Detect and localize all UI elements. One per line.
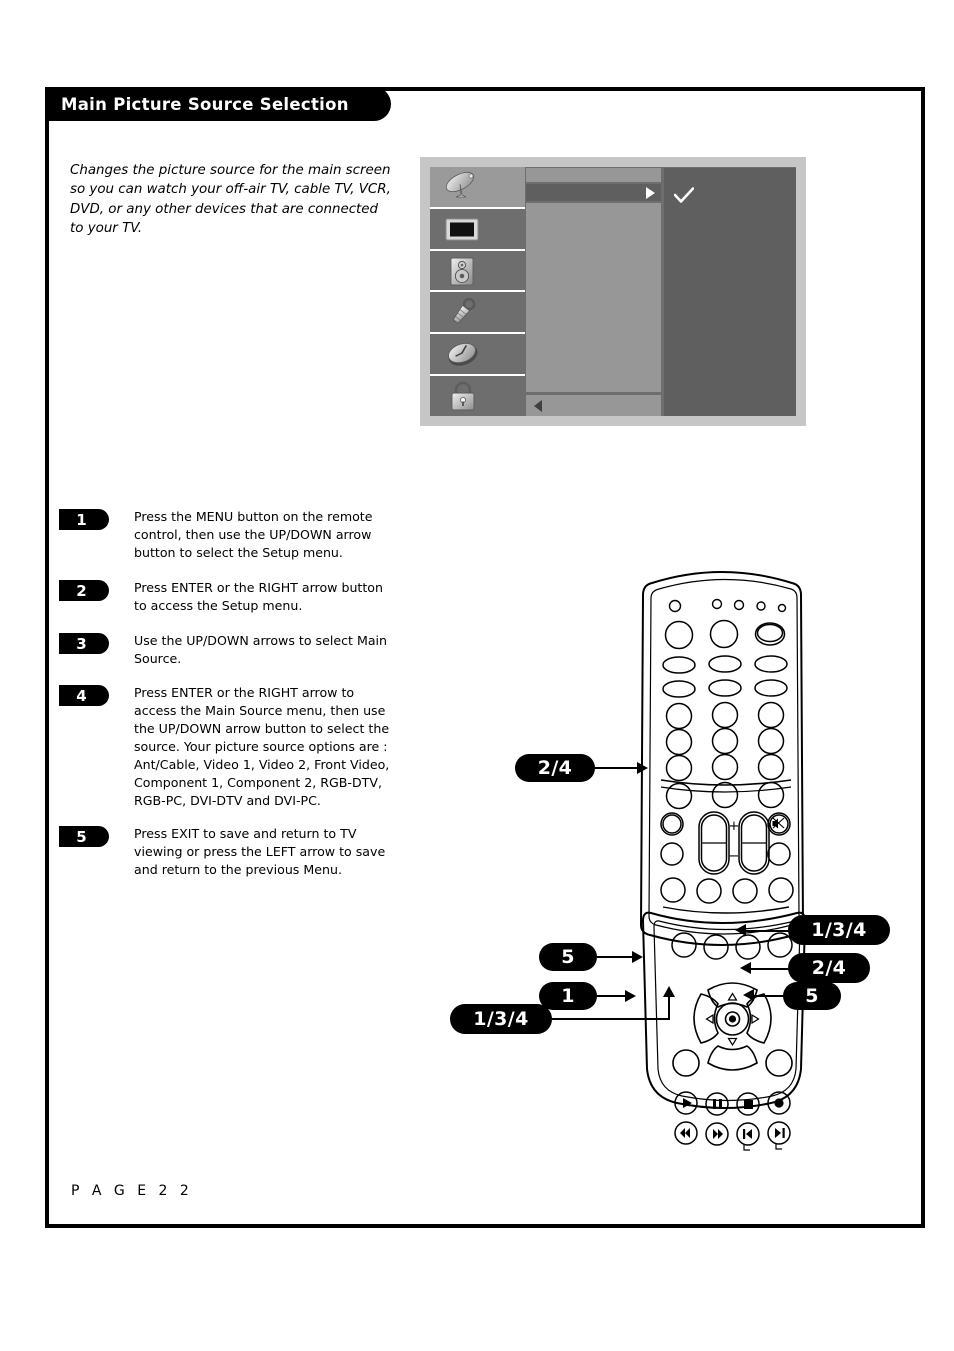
- step-text: Use the UP/DOWN arrows to select Main So…: [134, 633, 388, 666]
- skip-back-tick: [743, 1145, 750, 1151]
- skip-forward-icon: [775, 1128, 785, 1138]
- step-number-badge: 1: [59, 509, 109, 530]
- checkmark-icon: [674, 187, 694, 203]
- osd-tab-channel[interactable]: [430, 167, 525, 209]
- padlock-icon: [451, 381, 475, 411]
- rewind-icon: [680, 1128, 690, 1138]
- down-arrow-callout: 1/3/4: [450, 1004, 552, 1034]
- callout-arrow: [743, 989, 754, 1001]
- up-arrow-callout: 1/3/4: [788, 915, 890, 945]
- page-footer: P A G E 2 2: [71, 1183, 193, 1199]
- osd-menu-row[interactable]: [526, 168, 661, 184]
- triangle-right-icon: [646, 186, 655, 199]
- page-title: Main Picture Source Selection: [61, 94, 349, 114]
- callout-leader: [597, 995, 627, 997]
- callout-arrow: [663, 986, 675, 997]
- callout-leader: [597, 956, 635, 958]
- osd-menu-list: [526, 168, 664, 416]
- menu-button-callout: 2/4: [515, 754, 595, 782]
- osd-back-row[interactable]: [526, 395, 661, 416]
- step-number-badge: 4: [59, 685, 109, 706]
- osd-tab-timer[interactable]: [430, 334, 525, 377]
- manual-page: Main Picture Source Selection Changes th…: [45, 87, 925, 1228]
- osd-tab-lock[interactable]: [430, 376, 525, 416]
- step-text: Press the MENU button on the remote cont…: [134, 509, 373, 560]
- enter-button-callout: 5: [783, 982, 841, 1010]
- transport-row-2: [674, 1121, 791, 1151]
- step-number-badge: 2: [59, 580, 109, 601]
- callout-leader-vertical: [668, 997, 670, 1019]
- step-text: Press ENTER or the RIGHT arrow button to…: [134, 580, 383, 613]
- osd-value-panel: [664, 168, 796, 416]
- callout-leader: [751, 995, 785, 997]
- wrench-setup-icon: [452, 298, 476, 325]
- tv-screen-icon: [445, 218, 479, 241]
- fast-forward-icon: [713, 1129, 723, 1139]
- osd-tab-audio[interactable]: [430, 250, 525, 293]
- page-title-bar: Main Picture Source Selection: [45, 87, 391, 121]
- osd-tab-picture[interactable]: [430, 208, 525, 251]
- step-text: Press ENTER or the RIGHT arrow to access…: [134, 685, 390, 808]
- skip-back-icon: [743, 1129, 752, 1139]
- triangle-left-icon: [534, 399, 542, 412]
- callout-arrow: [632, 951, 643, 963]
- osd-tab-setup[interactable]: [430, 292, 525, 335]
- osd-icon-rail: [430, 167, 525, 416]
- right-arrow-callout: 2/4: [788, 953, 870, 983]
- callout-leader: [748, 968, 790, 970]
- callout-leader: [595, 767, 640, 769]
- step-number-badge: 5: [59, 826, 109, 847]
- callout-arrow: [625, 990, 636, 1002]
- satellite-dish-icon: [445, 171, 475, 198]
- step-text: Press EXIT to save and return to TV view…: [134, 826, 386, 877]
- osd-screenshot: [420, 157, 806, 426]
- clock-timer-icon: [448, 343, 478, 366]
- osd-menu-blank-area: [526, 203, 661, 395]
- callout-arrow: [637, 762, 648, 774]
- callout-leader: [552, 1018, 670, 1020]
- exit-button-callout: 1: [539, 982, 597, 1010]
- left-arrow-callout: 5: [539, 943, 597, 971]
- osd-menu-row-selected[interactable]: [526, 184, 661, 203]
- intro-paragraph: Changes the picture source for the main …: [70, 163, 391, 237]
- callout-arrow: [735, 924, 746, 936]
- callout-leader: [743, 930, 791, 932]
- step-number-badge: 3: [59, 633, 109, 654]
- speaker-icon: [450, 257, 474, 286]
- callout-arrow: [740, 962, 751, 974]
